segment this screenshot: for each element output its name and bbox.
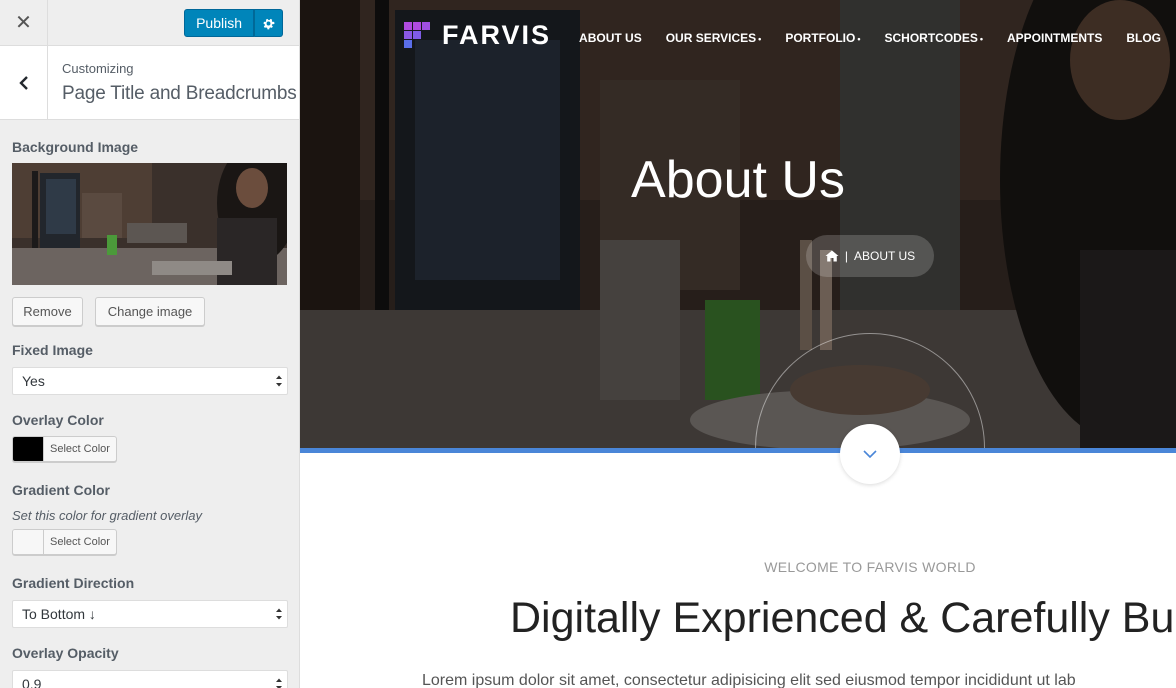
home-icon[interactable] [825,250,839,262]
office-photo-image [12,163,287,285]
nav-label: OUR SERVICES [665,31,757,45]
nav-label: APPOINTMENTS [1006,31,1103,45]
overlay-opacity-select[interactable]: 0.9 [12,670,288,688]
logo-mark-icon [404,21,430,48]
close-customizer-button[interactable]: ✕ [0,0,48,45]
overlay-color-picker[interactable]: Select Color [12,436,117,462]
nav-item-blog[interactable]: BLOG [1126,31,1161,45]
section-header: Customizing Page Title and Breadcrumbs [0,46,299,120]
gear-icon [263,18,275,29]
overlay-color-swatch [13,437,44,461]
dropdown-dot-icon: • [758,34,762,44]
body-text: Lorem ipsum dolor sit amet, consectetur … [422,672,1076,688]
customizing-label: Customizing [62,61,134,76]
gradient-direction-label: Gradient Direction [12,575,135,591]
scroll-down-button[interactable] [840,424,900,484]
dropdown-dot-icon: • [979,34,983,44]
page-title: About Us [631,151,845,209]
gradient-color-picker[interactable]: Select Color [12,529,117,555]
overlay-color-label: Overlay Color [12,412,104,428]
fixed-image-select[interactable]: Yes [12,367,288,395]
remove-image-button[interactable]: Remove [12,297,83,326]
select-arrows-icon [276,608,282,620]
section-headline: Digitally Exprienced & Carefully Bu [510,594,1175,642]
logo-text: FARVIS [442,20,552,50]
site-logo[interactable]: FARVIS [404,20,551,51]
overlay-opacity-label: Overlay Opacity [12,645,119,661]
background-image-thumbnail[interactable] [12,163,287,285]
nav-item-portfolio[interactable]: PORTFOLIO • [785,31,860,45]
customizer-sidebar: ✕ Publish Customizing Page Title and Bre… [0,0,300,688]
close-icon: ✕ [15,12,32,34]
change-image-button[interactable]: Change image [95,297,205,326]
publish-button[interactable]: Publish [184,9,254,37]
customizer-topbar: ✕ Publish [0,0,299,46]
overlay-opacity-value: 0.9 [22,676,42,688]
gradient-color-label: Gradient Color [12,482,111,498]
publish-settings-button[interactable] [254,9,283,37]
nav-label: SCHORTCODES [884,31,978,45]
accent-bar [300,448,1176,453]
nav-item-our-services[interactable]: OUR SERVICES • [666,31,762,45]
nav-item-appointments[interactable]: APPOINTMENTS [1007,31,1102,45]
select-arrows-icon [276,375,282,387]
dropdown-dot-icon: • [857,34,861,44]
gradient-select-color-label: Select Color [50,536,110,548]
nav-label: ABOUT US [579,31,642,45]
nav-label: PORTFOLIO [785,31,856,45]
nav-label: BLOG [1126,31,1161,45]
welcome-subtitle: WELCOME TO FARVIS WORLD [764,559,976,575]
gradient-direction-value: To Bottom ↓ [22,606,96,622]
nav-item-schortcodes[interactable]: SCHORTCODES • [884,31,983,45]
main-nav: ABOUT US OUR SERVICES • PORTFOLIO • SCHORT… [579,31,1176,45]
background-image-label: Background Image [12,139,139,155]
chevron-left-icon [18,75,28,90]
gradient-color-description: Set this color for gradient overlay [12,508,203,523]
hero-background-image [300,0,1176,448]
breadcrumb: | ABOUT US [806,235,934,277]
site-preview: FARVIS ABOUT US OUR SERVICES • PORTFOLIO •… [300,0,1176,688]
publish-group: Publish [184,9,283,37]
section-title: Page Title and Breadcrumbs [62,83,297,104]
gradient-color-swatch [13,530,44,554]
fixed-image-label: Fixed Image [12,342,93,358]
back-button[interactable] [0,46,48,119]
page-title-hero: FARVIS ABOUT US OUR SERVICES • PORTFOLIO •… [300,0,1176,448]
breadcrumb-separator: | [844,249,848,263]
overlay-select-color-label: Select Color [50,443,110,455]
nav-item-about-us[interactable]: ABOUT US [579,31,642,45]
select-arrows-icon [276,678,282,688]
breadcrumb-current: ABOUT US [854,249,916,263]
chevron-down-icon [863,450,877,458]
gradient-direction-select[interactable]: To Bottom ↓ [12,600,288,628]
fixed-image-value: Yes [22,373,45,389]
